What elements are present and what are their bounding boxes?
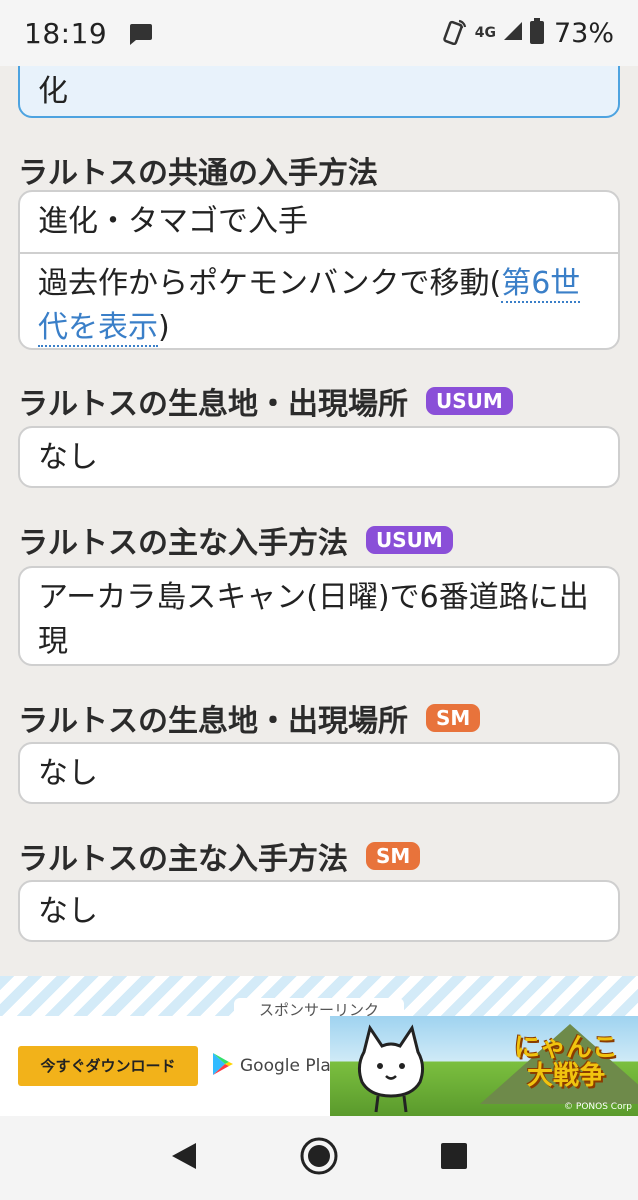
section-heading-habitat-sm: ラルトスの生息地・出現場所 SM — [18, 696, 481, 740]
ad-title-line2: 大戦争 — [526, 1061, 605, 1091]
nfc-phone-icon — [441, 17, 469, 49]
status-time: 18:19 — [24, 16, 108, 50]
heading-text: ラルトスの生息地・出現場所 — [18, 704, 408, 739]
common-method-row-2: 過去作からポケモンバンクで移動(第6世代を表示) — [20, 252, 618, 358]
android-nav-bar — [0, 1116, 638, 1200]
google-play-badge[interactable]: Google Play — [212, 1052, 341, 1080]
row-text: 過去作からポケモンバンクで移動( — [38, 266, 502, 301]
heading-text: ラルトスの主な入手方法 — [18, 526, 348, 561]
section-heading-main-method-usum: ラルトスの主な入手方法 USUM — [18, 518, 453, 562]
main-method-sm-box: なし — [18, 880, 620, 942]
common-method-box: 進化・タマゴで入手 過去作からポケモンバンクで移動(第6世代を表示) — [18, 190, 620, 350]
signal-icon — [502, 20, 524, 46]
battery-percent: 73% — [553, 17, 614, 49]
habitat-usum-box: なし — [18, 426, 620, 488]
previous-info-text: 化 — [38, 74, 68, 109]
sm-tag: SM — [426, 704, 481, 732]
network-type: 4G — [474, 25, 496, 41]
section-heading-habitat-usum: ラルトスの生息地・出現場所 USUM — [18, 379, 513, 423]
heading-text: ラルトスの主な入手方法 — [18, 842, 348, 877]
habitat-usum-value: なし — [38, 440, 98, 475]
cat-mascot-icon — [350, 1022, 432, 1116]
battery-icon — [529, 18, 544, 48]
google-play-icon — [212, 1052, 234, 1080]
common-method-row-1: 進化・タマゴで入手 — [38, 204, 308, 239]
ad-copyright: © PONOS Corp — [564, 1102, 632, 1112]
section-heading-main-method-sm: ラルトスの主な入手方法 SM — [18, 834, 421, 878]
ad-left-panel: 今すぐダウンロード Google Play — [0, 1016, 360, 1116]
main-method-sm-value: なし — [38, 894, 98, 929]
main-method-usum-box: アーカラ島スキャン(日曜)で6番道路に出現 — [18, 566, 620, 666]
usum-tag: USUM — [426, 387, 513, 415]
download-now-button[interactable]: 今すぐダウンロード — [18, 1046, 198, 1086]
previous-info-box: 化 — [18, 66, 620, 118]
message-icon — [127, 22, 153, 45]
ad-game-title: にゃんこ 大戦争 — [514, 1034, 618, 1090]
sponsor-label: スポンサーリンク — [234, 998, 404, 1018]
page: 18:19 4G 73% 化 ラルトスの共通の入手方法 進化・タマゴで入手 過去… — [0, 0, 638, 1200]
ad-title-line1: にゃんこ — [513, 1033, 618, 1063]
row-text-end: ) — [158, 310, 170, 345]
sm-tag: SM — [366, 842, 421, 870]
home-icon[interactable] — [299, 1136, 339, 1180]
google-play-text: Google Play — [240, 1056, 341, 1076]
ad-banner[interactable]: 今すぐダウンロード Google Play にゃんこ 大戦争 © PONOS C… — [0, 1016, 638, 1116]
habitat-sm-value: なし — [38, 756, 98, 791]
recents-icon[interactable] — [440, 1142, 468, 1174]
habitat-sm-box: なし — [18, 742, 620, 804]
main-content: 化 ラルトスの共通の入手方法 進化・タマゴで入手 過去作からポケモンバンクで移動… — [0, 66, 638, 976]
status-icons: 4G 73% — [441, 17, 614, 49]
heading-text: ラルトスの生息地・出現場所 — [18, 387, 408, 422]
heading-text: ラルトスの共通の入手方法 — [18, 156, 378, 191]
section-heading-common-method: ラルトスの共通の入手方法 — [18, 148, 378, 192]
back-icon[interactable] — [170, 1141, 198, 1175]
main-method-usum-value: アーカラ島スキャン(日曜)で6番道路に出現 — [38, 580, 589, 659]
usum-tag: USUM — [366, 526, 453, 554]
status-bar: 18:19 4G 73% — [0, 0, 638, 66]
